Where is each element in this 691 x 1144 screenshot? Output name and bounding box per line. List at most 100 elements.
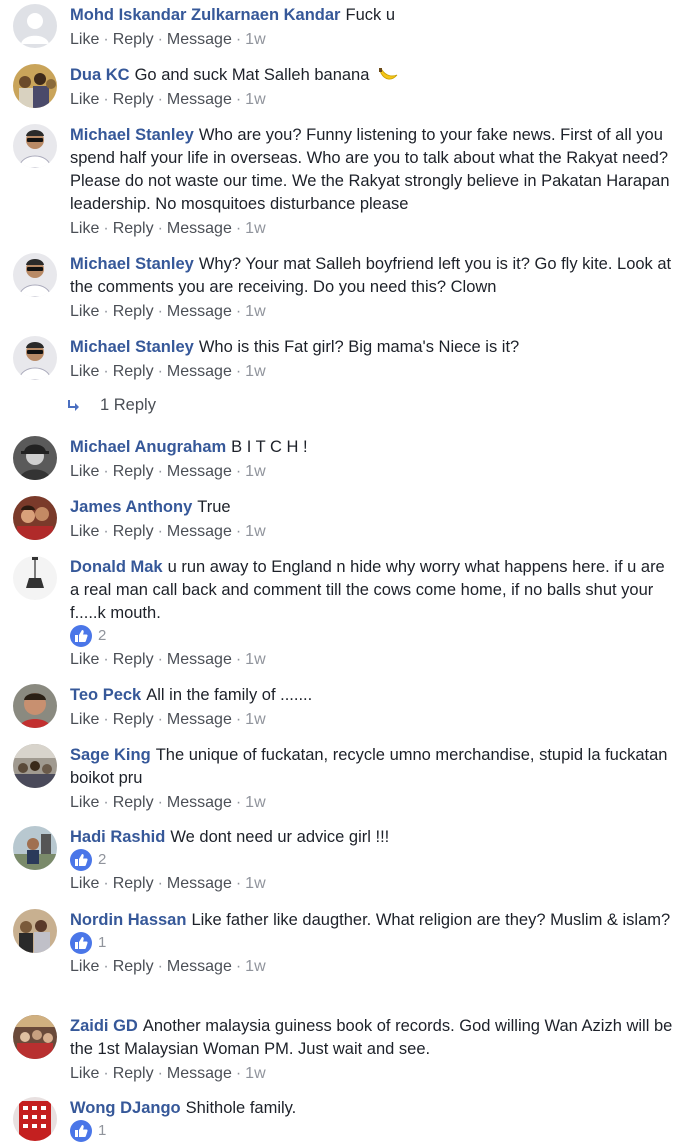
reply-link[interactable]: Reply [113,794,154,811]
like-count[interactable]: 2 [70,625,673,648]
sunglasses-man-avatar[interactable] [13,124,57,168]
message-link[interactable]: Message [167,958,232,975]
comment-author[interactable]: Michael Stanley [70,126,194,144]
like-count[interactable]: 1 [70,1120,673,1143]
like-link[interactable]: Like [70,794,99,811]
lamp-avatar[interactable] [13,556,57,600]
reply-link[interactable]: Reply [113,958,154,975]
separator: · [157,711,163,728]
reply-link[interactable]: Reply [113,875,154,892]
like-link[interactable]: Like [70,523,99,540]
like-link[interactable]: Like [70,651,99,668]
outdoor-man-avatar[interactable] [13,826,57,870]
message-link[interactable]: Message [167,31,232,48]
like-link[interactable]: Like [70,463,99,480]
message-link[interactable]: Message [167,875,232,892]
like-link[interactable]: Like [70,303,99,320]
comment-text: True [197,498,231,516]
separator: · [235,711,242,728]
separator: · [157,91,163,108]
comment-timestamp[interactable]: 1w [245,651,265,668]
reply-link[interactable]: Reply [113,463,154,480]
like-count[interactable]: 2 [70,849,673,872]
message-link[interactable]: Message [167,91,232,108]
comment-timestamp[interactable]: 1w [245,1065,265,1082]
couple-photo-avatar[interactable] [13,496,57,540]
like-link[interactable]: Like [70,91,99,108]
comment-text: The unique of fuckatan, recycle umno mer… [70,746,668,787]
reply-link[interactable]: Reply [113,91,154,108]
comment-author[interactable]: Mohd Iskandar Zulkarnaen Kandar [70,6,340,24]
message-link[interactable]: Message [167,523,232,540]
reply-link[interactable]: Reply [113,31,154,48]
comment-author[interactable]: Hadi Rashid [70,828,165,846]
reply-link[interactable]: Reply [113,651,154,668]
separator: · [157,1065,163,1082]
comment-timestamp[interactable]: 1w [245,220,265,237]
like-link[interactable]: Like [70,1065,99,1082]
comment-author[interactable]: Wong DJango [70,1099,181,1117]
message-link[interactable]: Message [167,794,232,811]
comment-author[interactable]: Michael Stanley [70,255,194,273]
group-photo-avatar[interactable] [13,64,57,108]
comment-author[interactable]: Donald Mak [70,558,163,576]
message-link[interactable]: Message [167,463,232,480]
reply-link[interactable]: Reply [113,1065,154,1082]
message-link[interactable]: Message [167,220,232,237]
like-link[interactable]: Like [70,220,99,237]
reply-link[interactable]: Reply [113,303,154,320]
separator: · [103,463,109,480]
default-avatar-icon[interactable] [13,4,57,48]
comment-timestamp[interactable]: 1w [245,711,265,728]
comment-author[interactable]: James Anthony [70,498,192,516]
comment-author[interactable]: Dua KC [70,66,130,84]
comment-timestamp[interactable]: 1w [245,875,265,892]
comment-author[interactable]: Michael Anugraham [70,438,226,456]
separator: · [157,303,163,320]
comment-timestamp[interactable]: 1w [245,523,265,540]
reply-link[interactable]: Reply [113,711,154,728]
comment-timestamp[interactable]: 1w [245,303,265,320]
comment-timestamp[interactable]: 1w [245,91,265,108]
message-link[interactable]: Message [167,711,232,728]
view-replies-label[interactable]: 1 Reply [100,396,156,414]
comment-text: Who is this Fat girl? Big mama's Niece i… [198,338,520,356]
like-link[interactable]: Like [70,31,99,48]
comment-author[interactable]: Nordin Hassan [70,911,186,929]
message-link[interactable]: Message [167,363,232,380]
message-link[interactable]: Message [167,303,232,320]
sunglasses-man-avatar[interactable] [13,253,57,297]
reply-link[interactable]: Reply [113,363,154,380]
like-count-value: 1 [98,1122,107,1140]
reply-link[interactable]: Reply [113,220,154,237]
crowd-photo-avatar[interactable] [13,744,57,788]
like-link[interactable]: Like [70,875,99,892]
family-photo-avatar[interactable] [13,909,57,953]
like-link[interactable]: Like [70,711,99,728]
reply-link[interactable]: Reply [113,523,154,540]
like-link[interactable]: Like [70,958,99,975]
message-link[interactable]: Message [167,1065,232,1082]
comment-actions: Like · Reply · Message · 1w [70,301,673,323]
comment-author[interactable]: Teo Peck [70,686,141,704]
comment-timestamp[interactable]: 1w [245,958,265,975]
comment-timestamp[interactable]: 1w [245,794,265,811]
group-event-avatar[interactable] [13,1015,57,1059]
comment-timestamp[interactable]: 1w [245,363,265,380]
message-link[interactable]: Message [167,651,232,668]
sunglasses-man-avatar[interactable] [13,336,57,380]
comment-author[interactable]: Sage King [70,746,151,764]
comment-author[interactable]: Michael Stanley [70,338,194,356]
comment-timestamp[interactable]: 1w [245,463,265,480]
like-link[interactable]: Like [70,363,99,380]
view-replies-link[interactable]: 1 Reply [66,396,156,415]
like-count[interactable]: 1 [70,932,673,955]
comment-timestamp[interactable]: 1w [245,31,265,48]
man-portrait-avatar[interactable] [13,684,57,728]
comment-author[interactable]: Zaidi GD [70,1017,138,1035]
red-building-avatar[interactable] [13,1097,57,1141]
cap-man-avatar[interactable] [13,436,57,480]
separator: · [157,31,163,48]
thumbs-up-icon [70,1120,92,1143]
separator: · [157,463,163,480]
